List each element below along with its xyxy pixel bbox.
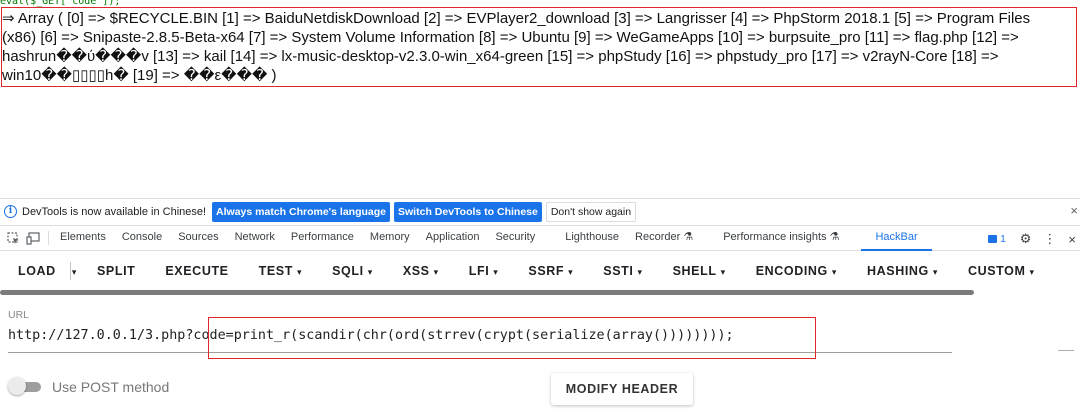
tab-performance[interactable]: Performance	[283, 225, 362, 251]
load-options-dropdown[interactable]: ▾	[72, 252, 77, 290]
chevron-down-icon: ▾	[720, 267, 726, 277]
issues-icon	[988, 235, 998, 243]
more-options-icon[interactable]: ⋮	[1043, 231, 1056, 247]
test-menu[interactable]: TEST ▾	[259, 252, 302, 290]
issues-count: 1	[1000, 233, 1006, 245]
xss-menu[interactable]: XSS ▾	[403, 252, 439, 290]
ssti-label: SSTI	[603, 264, 634, 278]
devtools-right-controls: 1 ⚙ ⋮ ×	[988, 226, 1080, 252]
custom-label: CUSTOM	[967, 264, 1026, 278]
devtools-language-infobar: i DevTools is now available in Chinese! …	[0, 198, 1080, 224]
shell-menu[interactable]: SHELL ▾	[673, 252, 726, 290]
tab-recorder[interactable]: Recorder ⚗	[627, 225, 701, 251]
ssrf-label: SSRF	[528, 264, 565, 278]
use-post-label: Use POST method	[52, 379, 170, 395]
tab-lighthouse[interactable]: Lighthouse	[557, 225, 627, 251]
infobar-message: DevTools is now available in Chinese!	[22, 205, 207, 218]
custom-menu[interactable]: CUSTOM ▾	[968, 252, 1035, 290]
output-line: (x86) [6] => Snipaste-2.8.5-Beta-x64 [7]…	[2, 29, 1019, 46]
chevron-down-icon: ▾	[831, 267, 838, 277]
chevron-down-icon: ▾	[367, 267, 373, 277]
encoding-menu[interactable]: ENCODING ▾	[756, 252, 837, 290]
shell-label: SHELL	[672, 264, 717, 278]
textarea-resize-handle[interactable]	[1058, 350, 1074, 351]
lfi-label: LFI	[468, 264, 490, 278]
load-label: LOAD	[18, 264, 56, 278]
modify-header-button[interactable]: MODIFY HEADER	[551, 373, 693, 405]
sqli-menu[interactable]: SQLI ▾	[332, 252, 373, 290]
hashing-menu[interactable]: HASHING ▾	[867, 252, 938, 290]
ssrf-menu[interactable]: SSRF ▾	[528, 252, 573, 290]
chevron-down-icon: ▾	[433, 267, 439, 277]
execute-button[interactable]: EXECUTE	[165, 252, 228, 290]
xss-label: XSS	[402, 264, 430, 278]
ssti-menu[interactable]: SSTI ▾	[603, 252, 642, 290]
scandir-output: ⇒ Array ( [0] => $RECYCLE.BIN [1] => Bai…	[2, 9, 1076, 85]
output-line: win10��▯▯▯▯h� [19] => ��ε��� )	[2, 67, 277, 84]
split-label: SPLIT	[96, 264, 136, 278]
tab-elements[interactable]: Elements	[52, 225, 114, 251]
url-label: URL	[8, 309, 30, 321]
tab-console[interactable]: Console	[114, 225, 170, 251]
test-label: TEST	[258, 264, 293, 278]
toolbar-divider	[48, 231, 49, 245]
lfi-menu[interactable]: LFI ▾	[469, 252, 499, 290]
tab-application[interactable]: Application	[418, 225, 488, 251]
split-button[interactable]: SPLIT	[97, 252, 135, 290]
hashing-label: HASHING	[867, 264, 929, 278]
tab-hackbar[interactable]: HackBar	[861, 225, 932, 251]
always-match-language-button[interactable]: Always match Chrome's language	[212, 201, 391, 222]
chevron-down-icon: ▾	[1029, 267, 1035, 277]
chevron-down-icon: ▾	[568, 267, 574, 277]
chevron-down-icon: ▾	[493, 267, 499, 277]
encoding-label: ENCODING	[755, 264, 828, 278]
close-devtools-icon[interactable]: ×	[1068, 232, 1076, 247]
tab-network[interactable]: Network	[227, 225, 283, 251]
chevron-down-icon: ▾	[296, 267, 303, 277]
load-button[interactable]: LOAD	[18, 252, 56, 290]
chevron-down-icon: ▾	[637, 267, 643, 277]
chevron-down-icon: ▾	[71, 267, 77, 277]
toolbar-divider	[70, 262, 71, 280]
payload-highlight-box	[208, 317, 816, 359]
settings-gear-icon[interactable]: ⚙	[1020, 231, 1032, 247]
tab-security[interactable]: Security	[487, 225, 543, 251]
execute-label: EXECUTE	[165, 264, 229, 278]
hackbar-toolbar: LOAD ▾ SPLIT EXECUTE TEST ▾ SQLI ▾ XSS ▾ LF…	[0, 252, 1080, 290]
tab-performance-insights[interactable]: Performance insights ⚗	[715, 225, 847, 251]
devtools-tab-strip: Elements Console Sources Network Perform…	[0, 225, 1080, 251]
close-icon[interactable]: ×	[1070, 203, 1078, 218]
info-icon: i	[4, 205, 17, 218]
dont-show-again-button[interactable]: Don't show again	[545, 201, 637, 222]
inspect-element-icon[interactable]	[6, 231, 20, 245]
chevron-down-icon: ▾	[932, 267, 938, 277]
issues-badge[interactable]: 1	[988, 234, 1006, 245]
sqli-label: SQLI	[332, 264, 364, 278]
tab-sources[interactable]: Sources	[170, 225, 226, 251]
tab-memory[interactable]: Memory	[362, 225, 418, 251]
use-post-toggle[interactable]	[8, 377, 44, 395]
toggle-knob	[8, 377, 26, 395]
output-line: hashrun��ύ���v [13] => kail [14] => lx-m…	[2, 48, 999, 65]
output-line: ⇒ Array ( [0] => $RECYCLE.BIN [1] => Bai…	[2, 10, 1031, 27]
switch-to-chinese-button[interactable]: Switch DevTools to Chinese	[394, 201, 542, 222]
device-toolbar-icon[interactable]	[26, 231, 40, 245]
horizontal-scrollbar[interactable]	[0, 290, 974, 295]
